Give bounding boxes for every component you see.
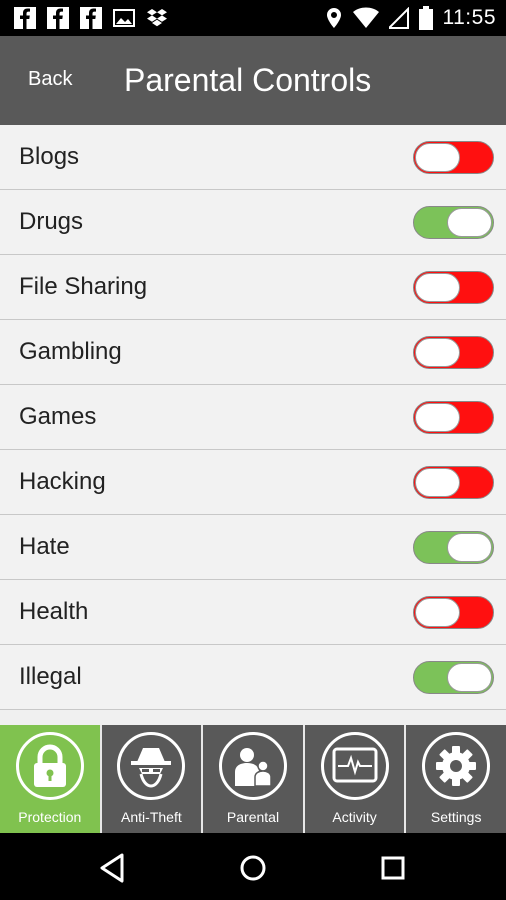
list-item: Games — [0, 385, 506, 450]
tab-label: Protection — [18, 809, 82, 825]
list-item: Health — [0, 580, 506, 645]
list-item: File Sharing — [0, 255, 506, 320]
category-label: Illegal — [19, 663, 82, 690]
toggle-knob — [447, 533, 492, 562]
list-item: Hate — [0, 515, 506, 580]
status-bar: 11:55 — [0, 0, 506, 36]
category-toggle[interactable] — [413, 661, 494, 694]
tab-activity[interactable]: Activity — [302, 725, 405, 833]
tab-label: Activity — [332, 809, 377, 825]
category-label: Hacking — [19, 468, 106, 495]
wifi-icon — [352, 7, 379, 28]
location-icon — [326, 8, 341, 28]
tab-anti-theft[interactable]: Anti-Theft — [99, 725, 202, 833]
toggle-knob — [415, 273, 460, 302]
tab-label: Anti-Theft — [121, 809, 182, 825]
category-toggle[interactable] — [413, 271, 494, 304]
category-label: Drugs — [19, 208, 84, 235]
gear-icon — [422, 732, 491, 800]
app-header: Back Parental Controls — [0, 36, 506, 125]
category-label: Blogs — [19, 143, 80, 170]
back-button[interactable]: Back — [28, 68, 72, 91]
category-label: Gambling — [19, 338, 122, 365]
category-label: File Sharing — [19, 273, 148, 300]
page-title: Parental Controls — [124, 62, 372, 98]
category-toggle[interactable] — [413, 141, 494, 174]
category-list[interactable]: Blogs Drugs File Sharing Gambling Games Hacki… — [0, 125, 506, 725]
toggle-knob — [415, 338, 460, 367]
category-label: Hate — [19, 533, 70, 560]
category-label: Health — [19, 598, 89, 625]
list-item: Gambling — [0, 320, 506, 385]
category-toggle[interactable] — [413, 336, 494, 369]
system-icons: 11:55 — [325, 6, 497, 30]
signal-icon — [388, 7, 409, 29]
back-triangle-icon[interactable] — [96, 851, 130, 885]
tab-parental[interactable]: Parental — [201, 725, 303, 833]
notification-icons — [14, 7, 168, 29]
list-item: Illegal — [0, 645, 506, 710]
parent-child-icon — [218, 732, 287, 800]
category-toggle[interactable] — [413, 596, 494, 629]
recents-square-icon[interactable] — [376, 851, 410, 885]
system-nav-bar — [0, 833, 506, 900]
facebook-icon — [80, 7, 102, 29]
list-item: Blogs — [0, 125, 506, 190]
category-toggle[interactable] — [413, 401, 494, 434]
category-label: Games — [19, 403, 97, 430]
toggle-knob — [415, 468, 460, 497]
toggle-knob — [415, 143, 460, 172]
list-item: Hacking — [0, 450, 506, 515]
home-circle-icon[interactable] — [236, 851, 270, 885]
spy-icon — [117, 732, 186, 800]
clock: 11:55 — [442, 6, 496, 29]
toggle-knob — [447, 208, 492, 237]
list-item: Drugs — [0, 190, 506, 255]
category-toggle[interactable] — [413, 466, 494, 499]
facebook-icon — [14, 7, 36, 29]
battery-icon — [418, 6, 433, 30]
bottom-tab-bar: Protection Anti-Theft Parental Activity — [0, 725, 506, 833]
toggle-knob — [415, 403, 460, 432]
tab-settings[interactable]: Settings — [404, 725, 506, 833]
heartbeat-monitor-icon — [320, 732, 389, 800]
toggle-knob — [447, 663, 492, 692]
category-toggle[interactable] — [413, 531, 494, 564]
dropbox-icon — [147, 9, 167, 27]
facebook-icon — [47, 7, 69, 29]
lock-icon — [15, 732, 84, 800]
tab-label: Parental — [226, 809, 280, 825]
category-toggle[interactable] — [413, 206, 494, 239]
toggle-knob — [415, 598, 460, 627]
image-icon — [113, 9, 135, 27]
tab-protection[interactable]: Protection — [0, 725, 100, 833]
tab-label: Settings — [430, 809, 482, 825]
